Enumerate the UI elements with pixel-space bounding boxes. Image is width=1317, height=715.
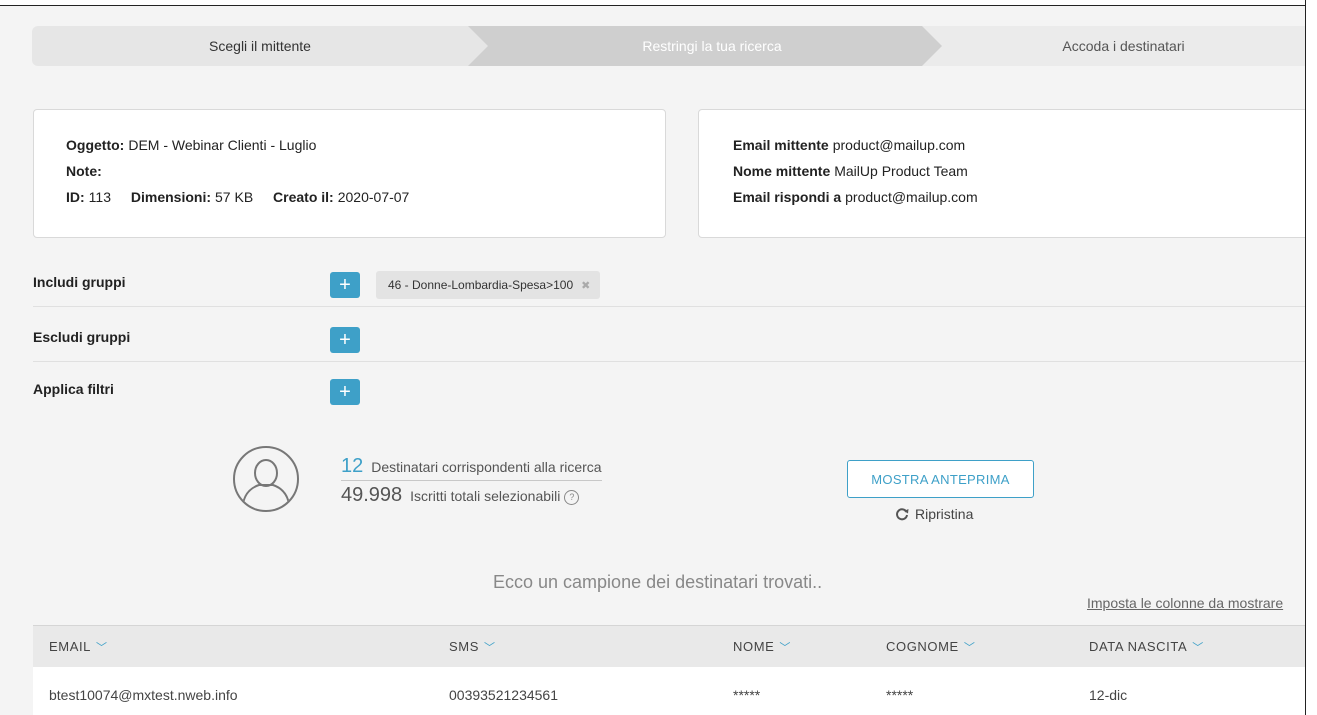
sender-email-label: Email mittente	[733, 137, 829, 153]
cell-email: btest10074@mxtest.nweb.info	[49, 687, 238, 703]
window-right-edge	[1305, 0, 1317, 715]
column-header-birthdate[interactable]: DATA NASCITA ﹀	[1089, 639, 1204, 655]
sample-title: Ecco un campione dei destinatari trovati…	[493, 572, 823, 592]
show-preview-button[interactable]: MOSTRA ANTEPRIMA	[847, 460, 1034, 498]
add-include-group-button[interactable]: +	[330, 272, 360, 298]
sender-name-label: Nome mittente	[733, 163, 831, 179]
chevron-down-icon: ﹀	[963, 642, 976, 654]
column-header-label: SMS	[449, 639, 479, 654]
message-info-card: Oggetto: DEM - Webinar Clienti - Luglio N…	[33, 109, 666, 238]
refresh-icon	[895, 507, 909, 524]
notes-label: Note:	[66, 163, 102, 179]
window-top-edge	[0, 0, 1317, 6]
set-columns-link[interactable]: Imposta le colonne da mostrare	[1087, 595, 1305, 611]
wizard-step-refine[interactable]: Restringi la tua ricerca	[462, 26, 942, 66]
cell-surname: *****	[886, 687, 914, 703]
sender-email-row: Email mittente product@mailup.com	[733, 134, 1309, 160]
wizard-step-sender[interactable]: Scegli il mittente	[32, 26, 488, 66]
exclude-groups-label: Escludi gruppi	[33, 329, 131, 345]
cell-birthdate: 12-dic	[1089, 687, 1128, 703]
sender-name-value: MailUp Product Team	[834, 163, 968, 179]
wizard-step-label: Accoda i destinatari	[1062, 38, 1185, 54]
id-label: ID:	[66, 189, 85, 205]
reset-label: Ripristina	[915, 506, 974, 522]
reply-to-label: Email rispondi a	[733, 189, 842, 205]
cell-sms: 00393521234561	[449, 687, 559, 703]
table-header: EMAIL ﹀ SMS ﹀ NOME ﹀ COGNOME ﹀ DATA NASCITA ﹀	[33, 625, 1305, 667]
apply-filters-row: Applica filtri +	[33, 369, 1305, 414]
created-value: 2020-07-07	[337, 189, 410, 205]
size-value: 57 KB	[215, 189, 254, 205]
reset-button[interactable]: Ripristina	[895, 506, 973, 524]
notes-row: Note:	[66, 160, 665, 186]
column-header-name[interactable]: NOME ﹀	[733, 639, 791, 655]
chevron-down-icon: ﹀	[779, 642, 792, 654]
id-value: 113	[88, 189, 111, 205]
remove-tag-icon[interactable]: ✖	[581, 280, 590, 292]
add-filter-button[interactable]: +	[330, 379, 360, 405]
column-header-label: EMAIL	[49, 639, 92, 654]
column-header-label: DATA NASCITA	[1089, 639, 1188, 654]
group-tag-label: 46 - Donne-Lombardia-Spesa>100	[388, 278, 574, 292]
exclude-groups-row: Escludi gruppi +	[33, 317, 1305, 362]
column-header-surname[interactable]: COGNOME ﹀	[886, 639, 975, 655]
help-icon[interactable]: ?	[564, 490, 580, 505]
include-groups-label: Includi gruppi	[33, 274, 126, 290]
include-groups-row: Includi gruppi + 46 - Donne-Lombardia-Sp…	[33, 262, 1305, 307]
apply-filters-label: Applica filtri	[33, 381, 114, 397]
subject-value: DEM - Webinar Clienti - Luglio	[128, 137, 317, 153]
matching-text: Destinatari corrispondenti alla ricerca	[371, 459, 602, 475]
column-header-sms[interactable]: SMS ﹀	[449, 639, 496, 655]
sender-info-card: Email mittente product@mailup.com Nome mi…	[698, 109, 1310, 238]
matching-recipients: 12 Destinatari corrispondenti alla ricerc…	[341, 455, 602, 481]
wizard-steps: Scegli il mittente Restringi la tua rice…	[32, 26, 1305, 66]
reply-to-value: product@mailup.com	[845, 189, 978, 205]
size-label: Dimensioni:	[130, 189, 212, 205]
total-text: Iscritti totali selezionabili	[410, 488, 561, 504]
chevron-down-icon: ﹀	[1192, 642, 1204, 654]
subject-label: Oggetto:	[66, 137, 125, 153]
sender-name-row: Nome mittente MailUp Product Team	[733, 160, 1309, 186]
chevron-down-icon: ﹀	[483, 642, 496, 654]
group-tag: 46 - Donne-Lombardia-Spesa>100 ✖	[376, 271, 601, 299]
wizard-step-label: Scegli il mittente	[209, 38, 311, 54]
user-icon	[233, 446, 299, 512]
total-count: 49.998	[341, 484, 403, 506]
column-header-label: NOME	[733, 639, 775, 654]
created-label: Creato il:	[273, 189, 334, 205]
cell-name: *****	[733, 687, 761, 703]
column-header-label: COGNOME	[886, 639, 959, 654]
add-exclude-group-button[interactable]: +	[330, 327, 360, 353]
subject-row: Oggetto: DEM - Webinar Clienti - Luglio	[66, 134, 665, 160]
total-subscribers: 49.998 Iscritti totali selezionabili?	[341, 484, 580, 507]
chevron-down-icon: ﹀	[96, 642, 108, 654]
meta-row: ID: 113 Dimensioni: 57 KB Creato il: 2020-0…	[66, 186, 665, 212]
table-row: btest10074@mxtest.nweb.info 003935212345…	[33, 667, 1305, 715]
wizard-step-label: Restringi la tua ricerca	[642, 38, 782, 54]
column-header-email[interactable]: EMAIL ﹀	[49, 639, 108, 655]
wizard-step-queue[interactable]: Accoda i destinatari	[912, 26, 1305, 66]
sender-email-value: product@mailup.com	[832, 137, 966, 153]
reply-to-row: Email rispondi a product@mailup.com	[733, 186, 1309, 212]
matching-count: 12	[341, 455, 364, 477]
